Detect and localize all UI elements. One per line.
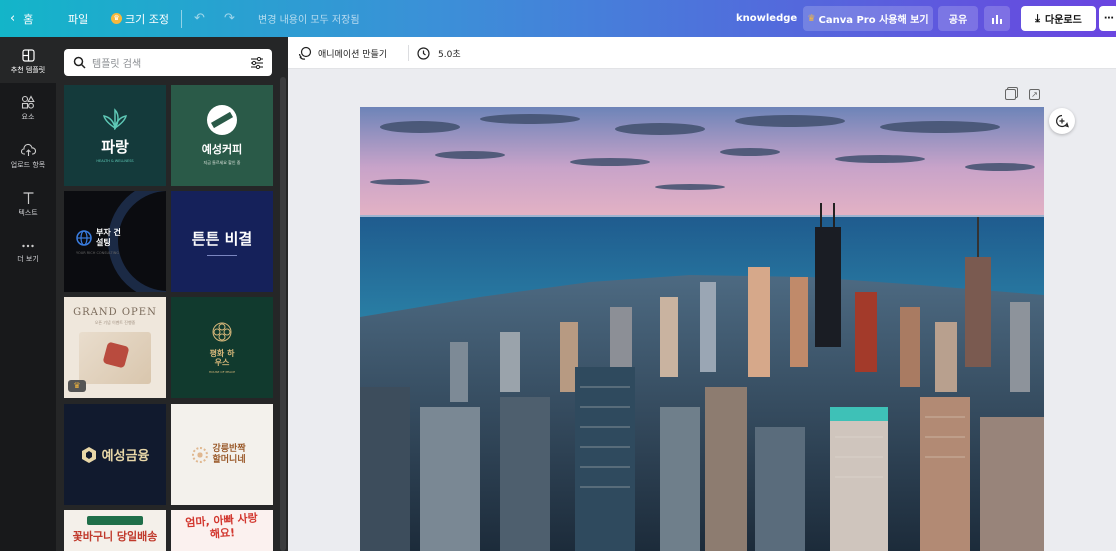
- template-title: 평화 하우스: [209, 349, 235, 367]
- template-title: 엄마, 아빠 사랑해요!: [184, 511, 259, 541]
- share-button[interactable]: 공유: [938, 6, 978, 31]
- template-title: GRAND OPEN: [73, 307, 157, 318]
- template-subtitle: 오픈 기념 이벤트 진행중: [94, 320, 136, 325]
- upload-icon: [20, 143, 36, 156]
- file-label: 파일: [68, 12, 89, 26]
- knowledge-label: knowledge: [736, 13, 798, 24]
- undo-icon[interactable]: ↶: [194, 0, 205, 37]
- text-icon: [23, 192, 33, 204]
- design-page-city-photo[interactable]: [360, 107, 1044, 551]
- nav-label: 업로드 항목: [10, 161, 46, 169]
- ribbon-banner: [87, 516, 143, 525]
- template-card[interactable]: GRAND OPEN 오픈 기념 이벤트 진행중 ♛: [64, 297, 166, 398]
- flower-emblem-icon: [212, 322, 232, 342]
- coffee-logo-icon: [207, 105, 237, 135]
- crown-icon: ♛: [807, 13, 816, 24]
- panel-scrollbar[interactable]: [280, 77, 286, 551]
- nav-elements[interactable]: 요소: [0, 95, 56, 122]
- duration-label: 5.0초: [438, 49, 461, 60]
- divider: [408, 45, 409, 61]
- editor-toolbar: 애니메이션 만들기 5.0초: [288, 37, 1116, 69]
- nav-label: 텍스트: [18, 209, 38, 217]
- file-menu[interactable]: 파일: [68, 0, 88, 37]
- template-title: 튼튼 비결: [191, 229, 253, 248]
- template-card[interactable]: 엄마, 아빠 사랑해요!: [171, 510, 273, 551]
- template-subtitle: HOUSE OF PEACE: [208, 370, 236, 374]
- crown-icon: ♛: [111, 13, 122, 24]
- more-icon: [22, 244, 34, 248]
- animate-button[interactable]: 애니메이션 만들기: [298, 37, 387, 69]
- template-title: 부자 건설팅: [96, 228, 121, 247]
- template-title: 꽃바구니 당일배송: [72, 530, 158, 543]
- city-skyline-image: [360, 107, 1044, 551]
- filter-icon[interactable]: [250, 56, 264, 69]
- try-pro-button[interactable]: ♛ Canva Pro 사용해 보기: [803, 6, 933, 31]
- template-title: 예성커피: [201, 143, 243, 156]
- left-nav: 추천 템플릿 요소 업로드 항목 텍스트 더 보기: [0, 37, 56, 551]
- globe-icon: [76, 230, 92, 246]
- analytics-button[interactable]: [984, 6, 1010, 31]
- nav-label: 요소: [21, 113, 35, 121]
- redo-icon[interactable]: ↷: [224, 0, 235, 37]
- bar-chart-icon: [992, 14, 1002, 24]
- nav-templates[interactable]: 추천 템플릿: [0, 37, 56, 83]
- download-button[interactable]: ⤓ 다운로드: [1021, 6, 1096, 31]
- comment-add-icon: [1056, 114, 1069, 128]
- template-card[interactable]: 꽃바구니 당일배송: [64, 510, 166, 551]
- download-label: 다운로드: [1045, 15, 1082, 26]
- search-box[interactable]: 템플릿 검색: [64, 49, 272, 76]
- template-subtitle-line: [207, 254, 237, 256]
- chevron-left-icon: ‹: [10, 11, 16, 26]
- template-subtitle: HEALTH & WELLNESS: [96, 159, 134, 163]
- resize-button[interactable]: ♛ 크기 조정: [111, 0, 169, 37]
- save-status-text: 변경 내용이 모두 저장됨: [258, 15, 360, 26]
- divider: [181, 0, 182, 37]
- template-title: 파랑: [101, 138, 129, 156]
- template-title: 강릉반짝 할머니네: [212, 443, 246, 465]
- save-status: 변경 내용이 모두 저장됨: [258, 0, 360, 37]
- duplicate-page-icon[interactable]: [1005, 89, 1016, 100]
- gift-photo: [79, 332, 151, 384]
- nav-text[interactable]: 텍스트: [0, 191, 56, 218]
- elements-icon: [21, 95, 35, 109]
- pro-label: Canva Pro 사용해 보기: [818, 15, 929, 26]
- template-card[interactable]: 파랑 HEALTH & WELLNESS: [64, 85, 166, 186]
- more-options-button[interactable]: ⋯: [1099, 6, 1116, 31]
- template-card[interactable]: 예성커피 지금 들르세요 할인 중: [171, 85, 273, 186]
- template-card[interactable]: 튼튼 비결: [171, 191, 273, 292]
- comment-button[interactable]: [1049, 108, 1075, 134]
- top-bar: ‹ 홈 파일 ♛ 크기 조정 ↶ ↷ 변경 내용이 모두 저장됨 knowled…: [0, 0, 1116, 37]
- resize-label: 크기 조정: [125, 12, 169, 26]
- dotted-circle-logo: [191, 446, 208, 463]
- template-card[interactable]: 부자 건설팅 YOUR RICH CONSULTING: [64, 191, 166, 292]
- template-subtitle: 지금 들르세요 할인 중: [203, 160, 241, 165]
- home-button[interactable]: ‹ 홈: [10, 0, 33, 37]
- nav-label: 더 보기: [17, 255, 39, 263]
- search-icon: [73, 56, 86, 69]
- knowledge-link[interactable]: knowledge: [736, 0, 797, 37]
- template-card[interactable]: 평화 하우스 HOUSE OF PEACE: [171, 297, 273, 398]
- template-icon: [21, 49, 35, 62]
- hexagon-logo-icon: [81, 446, 96, 463]
- add-page-icon[interactable]: ↗: [1029, 89, 1040, 100]
- clock-icon: [417, 46, 430, 60]
- nav-more[interactable]: 더 보기: [0, 241, 56, 264]
- nav-uploads[interactable]: 업로드 항목: [0, 143, 56, 170]
- more-horizontal-icon: ⋯: [1104, 13, 1114, 24]
- nav-label: 추천 템플릿: [10, 66, 46, 74]
- share-label: 공유: [948, 15, 968, 26]
- template-subtitle: YOUR RICH CONSULTING: [76, 251, 120, 255]
- template-title: 예성금융: [101, 449, 150, 464]
- duration-button[interactable]: 5.0초: [417, 37, 461, 69]
- pro-crown-badge: ♛: [68, 380, 86, 392]
- template-card[interactable]: 강릉반짝 할머니네: [171, 404, 273, 505]
- animate-label: 애니메이션 만들기: [318, 49, 388, 60]
- leaf-logo-icon: [102, 108, 128, 130]
- template-card[interactable]: 예성금융: [64, 404, 166, 505]
- animate-icon: [298, 46, 312, 60]
- templates-panel: 템플릿 검색 파랑 HEALTH & WELLNESS 예성커피 지금 들르세요…: [56, 37, 288, 551]
- download-icon: ⤓: [1035, 11, 1041, 25]
- search-input[interactable]: 템플릿 검색: [92, 55, 141, 70]
- home-label: 홈: [23, 12, 34, 26]
